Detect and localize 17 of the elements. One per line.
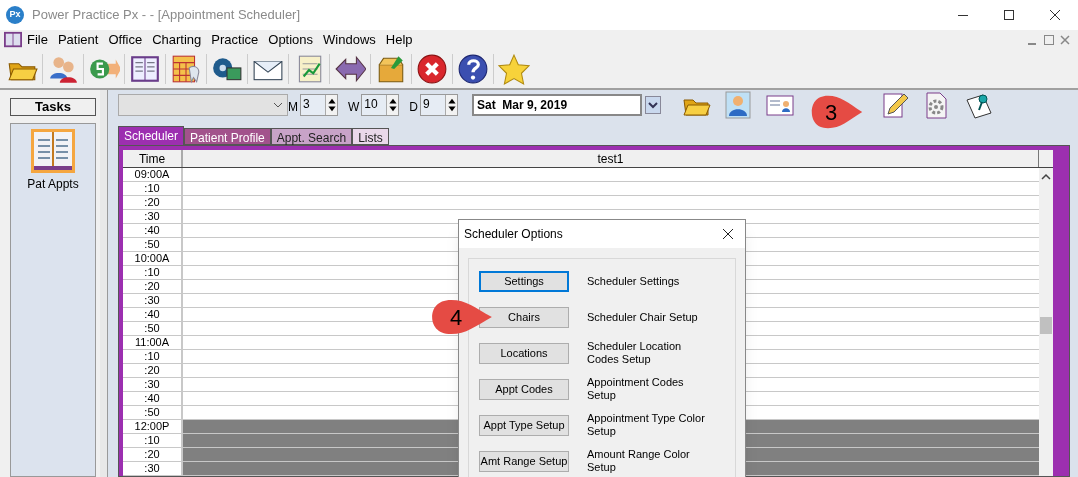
option-description: Appointment Type Color Setup: [587, 412, 706, 438]
tasks-header: Tasks: [10, 98, 96, 116]
option-description: Scheduler Chair Setup: [587, 310, 699, 324]
spin-label: D: [409, 99, 418, 116]
spin-label: W: [348, 99, 360, 116]
app-logo: Px: [6, 6, 24, 24]
window-title: Power Practice Px - - [Appointment Scheduler]: [32, 6, 301, 25]
option-description: Appointment Codes Setup: [587, 376, 685, 402]
option-description: Amount Range Color Setup: [587, 448, 691, 474]
dialog-title: Scheduler Options: [464, 226, 563, 243]
option-description: Scheduler Settings: [587, 274, 681, 288]
option-description: Scheduler Location Codes Setup: [587, 340, 683, 366]
step-callout: 3: [810, 94, 864, 130]
step-callout: 4: [430, 298, 494, 336]
column-header: test1: [183, 150, 1039, 167]
column-header: Time: [123, 150, 183, 167]
spin-label: M: [288, 99, 298, 116]
